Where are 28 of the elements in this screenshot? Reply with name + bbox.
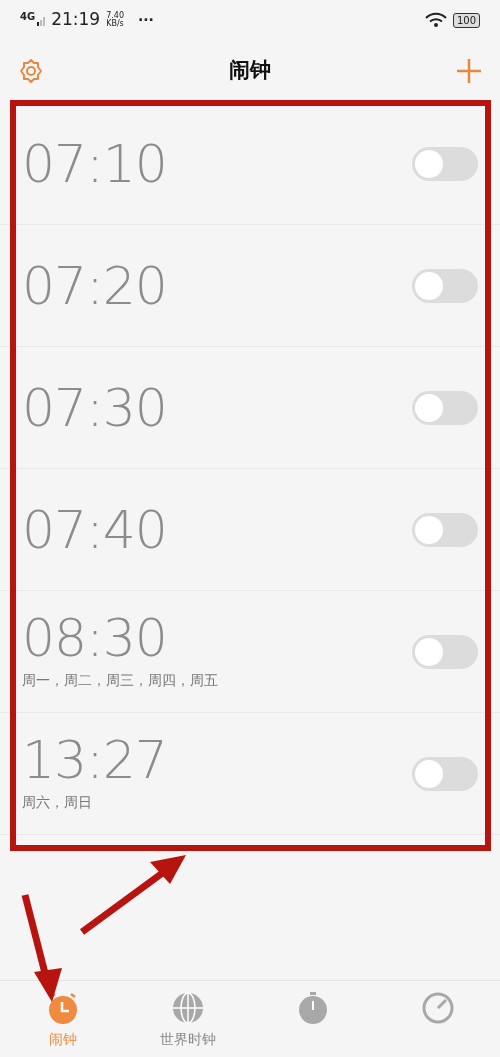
speed-value: 7.40 bbox=[106, 12, 124, 20]
header-title: 闹钟 bbox=[229, 57, 271, 85]
network-label: 4G bbox=[20, 10, 36, 24]
alarm-time[interactable]: 07:10 bbox=[22, 137, 167, 190]
repeat-days: 周六，周日 bbox=[22, 792, 167, 813]
toggle-switch[interactable] bbox=[412, 634, 478, 669]
more-indicator: ··· bbox=[138, 10, 154, 30]
globe-icon bbox=[170, 991, 205, 1025]
tab-item[interactable]: 世界时钟 bbox=[125, 981, 250, 1057]
alarm-time[interactable]: 07:20 bbox=[22, 259, 167, 312]
battery-indicator: 100 bbox=[452, 12, 480, 28]
toggle-switch[interactable] bbox=[412, 756, 478, 791]
timer-icon bbox=[420, 991, 455, 1025]
repeat-days: 周一，周二，周三，周四，周五 bbox=[22, 670, 218, 691]
alarm-time[interactable]: 13:27 bbox=[22, 734, 167, 786]
toggle-switch[interactable] bbox=[412, 390, 478, 425]
toggle-switch[interactable] bbox=[412, 268, 478, 303]
alarm-time[interactable]: 07:30 bbox=[22, 381, 167, 434]
speed-unit: KB/s bbox=[106, 20, 124, 28]
alarm-time[interactable]: 08:30 bbox=[22, 612, 218, 664]
wifi-icon bbox=[424, 12, 447, 28]
tab-item[interactable]: 闹钟 bbox=[0, 981, 125, 1057]
alarm-time[interactable]: 07:40 bbox=[22, 503, 167, 556]
toggle-switch[interactable] bbox=[412, 146, 478, 181]
toggle-switch[interactable] bbox=[412, 512, 478, 547]
add-icon[interactable] bbox=[456, 58, 482, 84]
settings-icon[interactable] bbox=[18, 58, 44, 84]
clock-time: 21:19 bbox=[51, 8, 101, 32]
